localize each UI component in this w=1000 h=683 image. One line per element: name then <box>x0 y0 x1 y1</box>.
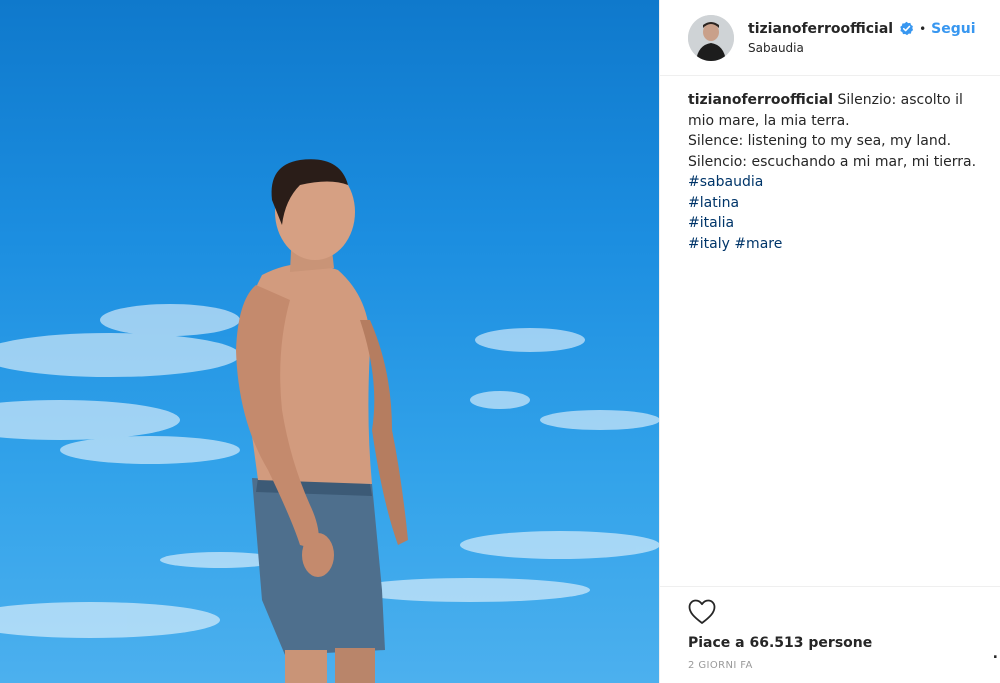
instagram-post: tizianoferroofficial • Segui Sabaudia ti… <box>0 0 1000 683</box>
hashtag-italia[interactable]: #italia <box>688 213 986 234</box>
header-separator: • <box>919 21 927 36</box>
post-header: tizianoferroofficial • Segui Sabaudia <box>660 0 1000 76</box>
photo-illustration <box>0 159 659 683</box>
heart-icon[interactable] <box>688 599 716 625</box>
post-photo[interactable] <box>0 0 659 683</box>
caption-text-line2: Silence: listening to my sea, my land. <box>688 133 952 149</box>
avatar-image <box>688 14 734 61</box>
follow-button[interactable]: Segui <box>931 21 975 37</box>
likes-count[interactable]: Piace a 66.513 persone <box>688 635 1000 651</box>
hashtag-italy[interactable]: #italy <box>688 236 730 252</box>
avatar[interactable] <box>688 14 734 61</box>
post-caption: tizianoferroofficial Silenzio: ascolto i… <box>660 76 1000 254</box>
hashtag-sabaudia[interactable]: #sabaudia <box>688 172 986 193</box>
more-indicator: . <box>992 646 998 662</box>
hashtag-latina[interactable]: #latina <box>688 193 986 214</box>
post-footer: Piace a 66.513 persone 2 GIORNI FA <box>660 586 1000 671</box>
caption-username[interactable]: tizianoferroofficial <box>688 92 833 108</box>
hashtag-mare[interactable]: #mare <box>734 236 782 252</box>
verified-badge-icon <box>900 21 914 36</box>
post-sidebar: tizianoferroofficial • Segui Sabaudia ti… <box>659 0 1000 683</box>
location-link[interactable]: Sabaudia <box>748 41 976 55</box>
caption-text-line3: Silencio: escuchando a mi mar, mi tierra… <box>688 153 977 170</box>
header-username[interactable]: tizianoferroofficial <box>748 21 893 37</box>
post-timestamp[interactable]: 2 GIORNI FA <box>688 660 1000 671</box>
